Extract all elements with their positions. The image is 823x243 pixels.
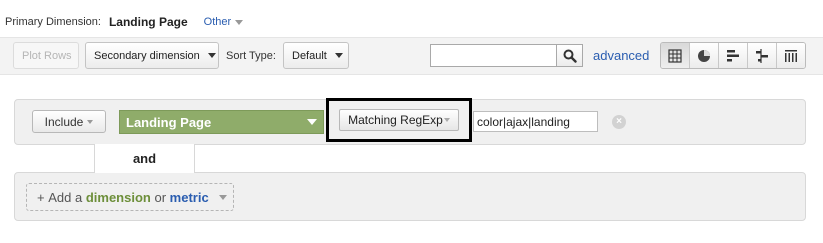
add-dimension-or-metric-button[interactable]: + Add a dimension or metric xyxy=(26,183,234,211)
match-type-highlight-box: Matching RegExp xyxy=(326,98,472,142)
data-table-icon xyxy=(668,48,682,63)
sort-type-dropdown[interactable]: Default xyxy=(283,42,349,69)
plus-icon: + xyxy=(37,189,45,205)
search-button[interactable] xyxy=(557,44,583,67)
advanced-filter-link[interactable]: advanced xyxy=(593,42,649,69)
chevron-down-icon xyxy=(87,119,94,124)
include-label: Include xyxy=(44,114,84,129)
match-type-dropdown[interactable]: Matching RegExp xyxy=(339,109,459,131)
primary-dimension-row: Primary Dimension: Landing Page Other xyxy=(5,12,244,32)
pie-chart-icon xyxy=(698,49,710,62)
plot-rows-button[interactable]: Plot Rows xyxy=(13,42,79,69)
primary-dimension-value: Landing Page xyxy=(108,15,188,29)
chevron-down-icon xyxy=(235,19,244,25)
match-type-label: Matching RegExp xyxy=(348,113,443,127)
secondary-dimension-dropdown[interactable]: Secondary dimension xyxy=(85,42,219,69)
comparison-icon xyxy=(756,48,768,63)
chevron-down-icon xyxy=(307,119,317,125)
secondary-dimension-label: Secondary dimension xyxy=(94,49,200,62)
chevron-down-icon xyxy=(334,53,343,58)
chevron-down-icon xyxy=(443,118,450,122)
advanced-filter-panel: Include Landing Page Matching RegExp × xyxy=(14,98,806,145)
other-dimension-label: Other xyxy=(203,16,232,28)
other-dimension-link[interactable]: Other xyxy=(204,16,244,28)
filter-dimension-dropdown[interactable]: Landing Page xyxy=(119,110,324,134)
sort-type-value: Default xyxy=(292,49,327,62)
close-icon: × xyxy=(616,116,622,127)
view-mode-toggle xyxy=(660,42,806,69)
plot-rows-label: Plot Rows xyxy=(22,49,72,62)
chevron-down-icon xyxy=(218,194,227,200)
filter-dimension-label: Landing Page xyxy=(126,114,212,130)
performance-bar-icon xyxy=(727,49,739,61)
chevron-down-icon xyxy=(207,53,216,58)
comparison-view-button[interactable] xyxy=(747,43,776,68)
add-prefix-text: Add a xyxy=(48,189,83,205)
performance-view-button[interactable] xyxy=(718,43,747,68)
remove-condition-button[interactable]: × xyxy=(612,115,626,129)
table-search-input[interactable] xyxy=(430,44,557,67)
data-view-button[interactable] xyxy=(661,43,689,68)
table-toolbar: Plot Rows Secondary dimension Sort Type:… xyxy=(0,37,823,75)
add-or-text: or xyxy=(154,189,167,205)
sort-type-label: Sort Type: xyxy=(226,49,276,62)
search-icon xyxy=(563,49,577,63)
include-exclude-dropdown[interactable]: Include xyxy=(32,110,106,133)
add-dimension-text: dimension xyxy=(85,189,151,205)
add-condition-panel: + Add a dimension or metric xyxy=(14,172,806,221)
add-metric-text: metric xyxy=(169,189,209,205)
percentage-view-button[interactable] xyxy=(689,43,718,68)
pivot-view-button[interactable] xyxy=(776,43,805,68)
and-connector: and xyxy=(94,144,195,173)
filter-value-input[interactable] xyxy=(473,111,598,132)
term-cloud-icon xyxy=(785,49,797,62)
primary-dimension-label: Primary Dimension: xyxy=(5,16,101,28)
